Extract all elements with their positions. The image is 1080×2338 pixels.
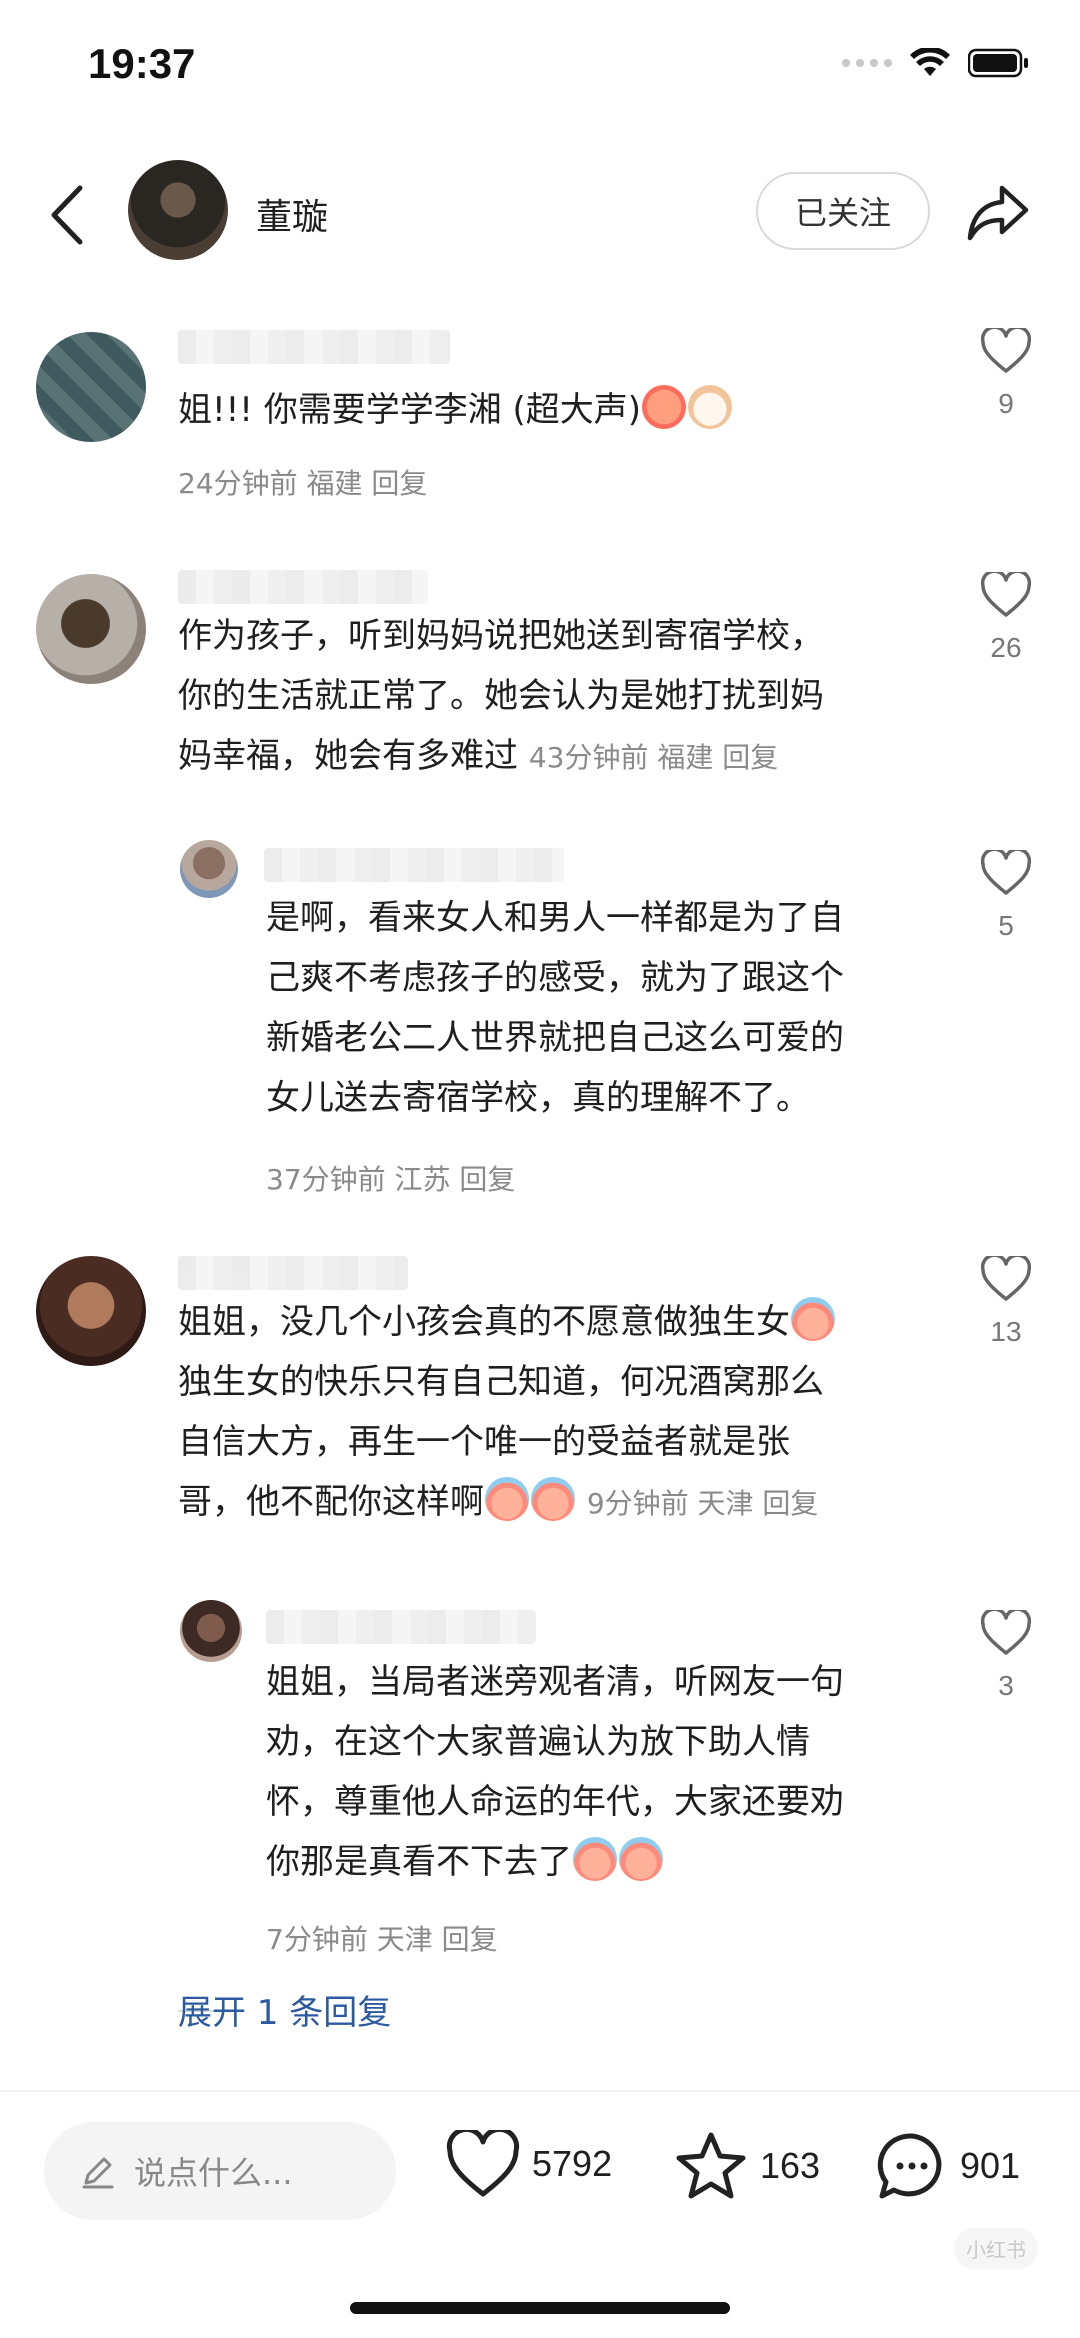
status-icons: [842, 48, 1030, 78]
comment-line: 姐!!! 你需要学学李湘 (超大声): [178, 390, 642, 430]
status-bar: 19:37: [0, 0, 1080, 140]
comment-line: 自信大方，再生一个唯一的受益者就是张: [178, 1422, 790, 1462]
comment-like[interactable]: 13: [966, 1253, 1046, 1348]
reply-line: 是啊，看来女人和男人一样都是为了自: [266, 898, 844, 938]
reply-meta[interactable]: 37分钟前 江苏 回复: [266, 1158, 515, 1198]
comment-like[interactable]: 26: [966, 569, 1046, 664]
comment-action[interactable]: 901: [876, 2130, 1020, 2202]
reply-line: 怀，尊重他人命运的年代，大家还要劝: [266, 1782, 844, 1822]
reply-text: 姐姐，当局者迷旁观者清，听网友一句 劝，在这个大家普遍认为放下助人情 怀，尊重他…: [266, 1652, 986, 1892]
commenter-name[interactable]: [178, 330, 450, 364]
expand-replies-link[interactable]: 展开 1 条回复: [178, 1985, 391, 2034]
comment-like[interactable]: 9: [966, 325, 1046, 420]
like-count: 13: [990, 1316, 1022, 1347]
comment-line: 哥，他不配你这样啊 9分钟前 天津 回复: [178, 1472, 998, 1534]
profile-header: 董璇 已关注: [0, 160, 1080, 270]
author-name[interactable]: 董璇: [256, 188, 328, 240]
crying-face-icon: [531, 1477, 575, 1521]
heart-icon[interactable]: [980, 569, 1032, 618]
reply-like[interactable]: 5: [966, 847, 1046, 942]
comment-line-text: 哥，他不配你这样啊: [178, 1482, 484, 1522]
like-count: 5: [998, 910, 1014, 941]
input-placeholder: 说点什么...: [134, 2154, 293, 2192]
star-icon[interactable]: [674, 2130, 748, 2202]
replier-avatar[interactable]: [180, 1600, 242, 1662]
comment-line: 作为孩子，听到妈妈说把她送到寄宿学校，: [178, 616, 824, 656]
reply-like[interactable]: 3: [966, 1607, 1046, 1702]
crying-face-icon: [619, 1837, 663, 1881]
reply-line: 你那是真看不下去了: [266, 1832, 986, 1892]
heart-icon[interactable]: [980, 1607, 1032, 1656]
reply-line: 女儿送去寄宿学校，真的理解不了。: [266, 1078, 810, 1118]
reply-text: 是啊，看来女人和男人一样都是为了自 己爽不考虑孩子的感受，就为了跟这个 新婚老公…: [266, 888, 966, 1128]
crying-face-icon: [485, 1477, 529, 1521]
comment-meta[interactable]: 43分钟前 福建 回复: [529, 741, 778, 774]
heart-icon[interactable]: [980, 1253, 1032, 1302]
crying-face-icon: [791, 1297, 835, 1341]
like-count: 5792: [532, 2143, 613, 2184]
comment-meta[interactable]: 24分钟前 福建 回复: [178, 462, 427, 502]
commenter-avatar[interactable]: [36, 574, 146, 684]
like-action[interactable]: 5792: [446, 2130, 612, 2198]
wifi-icon: [910, 48, 950, 76]
comment-text: 作为孩子，听到妈妈说把她送到寄宿学校， 你的生活就正常了。她会认为是她打扰到妈 …: [178, 606, 978, 788]
status-time: 19:37: [88, 40, 196, 87]
share-icon[interactable]: [966, 180, 1030, 244]
comment-line: 独生女的快乐只有自己知道，何况酒窝那么: [178, 1362, 824, 1402]
reply-line: 姐姐，当局者迷旁观者清，听网友一句: [266, 1662, 844, 1702]
reply-line: 己爽不考虑孩子的感受，就为了跟这个: [266, 958, 844, 998]
chat-bubble-icon[interactable]: [876, 2130, 948, 2202]
pencil-icon: [82, 2157, 114, 2189]
commenter-avatar[interactable]: [36, 1256, 146, 1366]
comment-meta[interactable]: 9分钟前 天津 回复: [587, 1487, 819, 1520]
commenter-name[interactable]: [178, 1256, 408, 1290]
like-count: 26: [990, 632, 1022, 663]
battery-icon: [968, 48, 1028, 78]
heart-icon[interactable]: [446, 2130, 520, 2198]
follow-button[interactable]: 已关注: [756, 172, 930, 250]
commenter-name[interactable]: [178, 570, 428, 604]
heart-icon[interactable]: [980, 847, 1032, 896]
reply-line: 劝，在这个大家普遍认为放下助人情: [266, 1722, 810, 1762]
heart-icon[interactable]: [980, 325, 1032, 374]
back-arrow-icon[interactable]: [42, 182, 96, 248]
favorite-action[interactable]: 163: [674, 2130, 820, 2202]
crying-face-icon: [573, 1837, 617, 1881]
comment-line: 姐姐，没几个小孩会真的不愿意做独生女: [178, 1292, 998, 1352]
like-count: 3: [998, 1670, 1014, 1701]
tease-face-icon: [642, 385, 687, 429]
comment-text: 姐姐，没几个小孩会真的不愿意做独生女 独生女的快乐只有自己知道，何况酒窝那么 自…: [178, 1292, 998, 1534]
author-avatar[interactable]: [128, 160, 228, 260]
like-count: 9: [998, 388, 1014, 419]
comment-input[interactable]: 说点什么...: [44, 2122, 396, 2220]
comment-line-text: 姐姐，没几个小孩会真的不愿意做独生女: [178, 1302, 790, 1342]
comment-line: 妈幸福，她会有多难过 43分钟前 福建 回复: [178, 726, 978, 788]
home-indicator[interactable]: [350, 2302, 730, 2314]
watermark: 小红书: [954, 2228, 1038, 2269]
comment-text: 姐!!! 你需要学学李湘 (超大声): [178, 380, 878, 440]
reply-meta[interactable]: 7分钟前 天津 回复: [266, 1918, 498, 1958]
replier-name[interactable]: [266, 1610, 536, 1644]
favorite-count: 163: [760, 2145, 821, 2186]
replier-avatar[interactable]: [180, 840, 238, 898]
crying-cat-icon: [688, 385, 733, 429]
commenter-avatar[interactable]: [36, 332, 146, 442]
replier-name[interactable]: [264, 848, 564, 882]
reply-line-text: 你那是真看不下去了: [266, 1842, 572, 1882]
bottom-divider: [0, 2090, 1080, 2092]
comment-count: 901: [960, 2145, 1021, 2186]
signal-icon: [842, 59, 892, 67]
reply-line: 新婚老公二人世界就把自己这么可爱的: [266, 1018, 844, 1058]
comment-line: 你的生活就正常了。她会认为是她打扰到妈: [178, 676, 824, 716]
comment-line-text: 妈幸福，她会有多难过: [178, 736, 518, 776]
